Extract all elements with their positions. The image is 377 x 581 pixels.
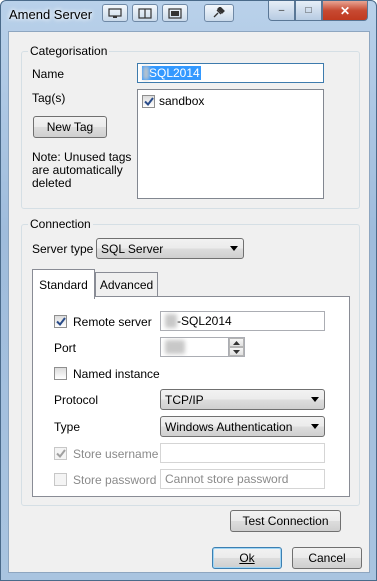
close-button[interactable]: ✕ bbox=[322, 1, 368, 21]
server-type-label: Server type bbox=[32, 242, 94, 256]
type-label: Type bbox=[54, 420, 81, 434]
title-bar[interactable]: Amend Server – □ ✕ bbox=[1, 1, 376, 31]
tab-standard[interactable]: Standard bbox=[32, 269, 95, 299]
port-input[interactable]: 1433 bbox=[160, 337, 245, 357]
username-input[interactable] bbox=[160, 443, 325, 463]
named-instance-checkbox[interactable] bbox=[54, 367, 67, 380]
auth-type-value: Windows Authentication bbox=[165, 420, 293, 434]
remote-server-label: Remote server bbox=[73, 315, 152, 329]
auth-type-dropdown[interactable]: Windows Authentication bbox=[160, 416, 325, 437]
spin-down-icon[interactable] bbox=[229, 347, 244, 356]
ok-button[interactable]: Ok bbox=[212, 547, 282, 569]
maximize-button[interactable]: □ bbox=[295, 1, 322, 21]
panel-icon[interactable] bbox=[162, 4, 188, 22]
caption-buttons: – □ ✕ bbox=[268, 1, 368, 21]
tags-listbox[interactable]: sandbox bbox=[137, 89, 324, 199]
minimize-button[interactable]: – bbox=[268, 1, 295, 21]
chevron-down-icon bbox=[311, 424, 319, 429]
checkmark-icon bbox=[55, 449, 66, 458]
columns-icon[interactable] bbox=[132, 4, 158, 22]
chevron-down-icon bbox=[311, 397, 319, 402]
amend-server-window: Amend Server – □ ✕ Categorisation Name x… bbox=[0, 0, 377, 581]
tags-label: Tag(s) bbox=[32, 91, 66, 105]
store-password-label: Store password bbox=[73, 473, 157, 487]
connection-title: Connection bbox=[28, 217, 93, 231]
protocol-value: TCP/IP bbox=[165, 393, 204, 407]
chevron-down-icon bbox=[230, 246, 238, 251]
protocol-dropdown[interactable]: TCP/IP bbox=[160, 389, 325, 410]
remote-server-value: -SQL2014 bbox=[177, 314, 232, 328]
server-type-dropdown[interactable]: SQL Server bbox=[96, 238, 244, 259]
unused-tags-note: Note: Unused tags are automatically dele… bbox=[32, 150, 132, 190]
tab-standard-label: Standard bbox=[39, 277, 88, 292]
pin-icon[interactable] bbox=[204, 4, 234, 22]
new-tag-button[interactable]: New Tag bbox=[33, 116, 107, 138]
categorisation-title: Categorisation bbox=[28, 44, 110, 58]
ok-button-label: Ok bbox=[239, 551, 255, 565]
checkmark-icon bbox=[143, 97, 154, 106]
spin-up-icon[interactable] bbox=[229, 338, 244, 347]
protocol-label: Protocol bbox=[54, 393, 99, 407]
tag-sandbox-checkbox[interactable] bbox=[142, 95, 155, 108]
port-label: Port bbox=[54, 341, 77, 355]
tab-advanced-label: Advanced bbox=[99, 278, 154, 292]
name-input[interactable]: xxSQL2014 bbox=[137, 63, 324, 83]
cancel-button-label: Cancel bbox=[308, 551, 346, 565]
name-value: SQL2014 bbox=[149, 66, 200, 80]
server-type-value: SQL Server bbox=[101, 242, 164, 256]
monitor-icon[interactable] bbox=[102, 4, 128, 22]
checkmark-icon bbox=[55, 317, 66, 326]
cancel-button[interactable]: Cancel bbox=[292, 547, 362, 569]
remote-server-input[interactable]: xx-SQL2014 bbox=[160, 311, 325, 331]
remote-server-checkbox[interactable] bbox=[54, 315, 67, 328]
window-title: Amend Server bbox=[9, 7, 93, 22]
name-label: Name bbox=[32, 67, 65, 81]
store-password-checkbox[interactable] bbox=[54, 473, 67, 486]
standard-tab-panel: Remote server xx-SQL2014 Port 1433 Named… bbox=[32, 296, 350, 497]
test-connection-button[interactable]: Test Connection bbox=[230, 510, 341, 532]
dialog-client-area: Categorisation Name xxSQL2014 Tag(s) New… bbox=[8, 31, 370, 573]
password-placeholder: Cannot store password bbox=[165, 472, 289, 486]
store-username-label: Store username bbox=[73, 447, 159, 461]
named-instance-label: Named instance bbox=[73, 367, 160, 381]
store-username-checkbox[interactable] bbox=[54, 447, 67, 460]
tab-advanced[interactable]: Advanced bbox=[95, 272, 158, 297]
tag-sandbox-label: sandbox bbox=[159, 94, 205, 108]
password-input[interactable]: Cannot store password bbox=[160, 469, 325, 489]
port-spinner[interactable] bbox=[228, 338, 244, 356]
